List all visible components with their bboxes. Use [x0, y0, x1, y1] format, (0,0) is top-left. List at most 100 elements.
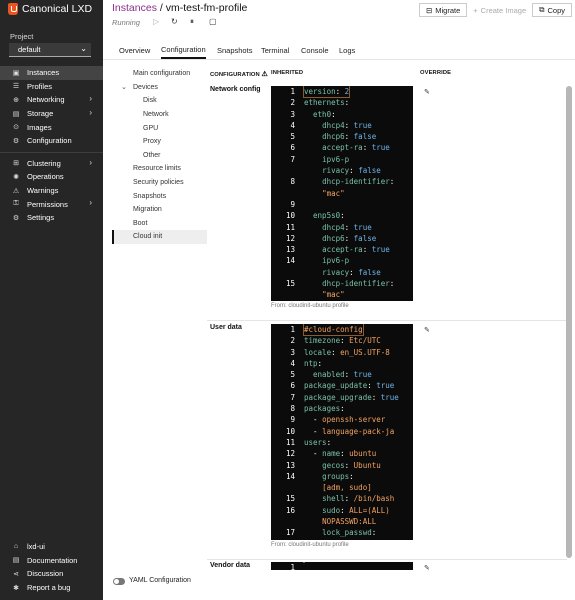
line-number: 4: [290, 358, 295, 368]
sidebar-item-profiles[interactable]: ☰ Profiles: [0, 80, 103, 94]
code-token: false: [353, 132, 377, 142]
sidebar-item-operations[interactable]: ✺ Operations: [0, 170, 103, 184]
code-token: accept-ra: [322, 245, 363, 255]
line-text: - name: ubuntu: [304, 448, 376, 459]
column-header-configuration: CONFIGURATION ⚠: [210, 70, 268, 78]
code-token: "mac": [322, 290, 345, 300]
tab-configuration[interactable]: Configuration: [161, 41, 206, 59]
subnav-item-disk[interactable]: Disk: [112, 94, 207, 108]
code-token: NOPASSWD:ALL: [322, 517, 377, 527]
migrate-button[interactable]: ⊟ Migrate: [418, 3, 468, 17]
config-row-label: Vendor data: [210, 562, 251, 569]
code-token: sudo: [322, 505, 341, 515]
lxd-logo-icon: [8, 3, 18, 15]
tab-console[interactable]: Console: [301, 41, 329, 59]
yaml-code-block[interactable]: 1 version: 2 2 ethernets: 3 eth0: 4 dhcp4: tr…: [271, 86, 413, 301]
code-token: ntp: [304, 358, 318, 368]
subnav-item-gpu[interactable]: GPU: [112, 121, 207, 135]
tab-snapshots[interactable]: Snapshots: [217, 41, 252, 59]
scrollbar[interactable]: [566, 86, 572, 558]
start-icon[interactable]: ▷: [153, 17, 159, 26]
copy-button[interactable]: ⧉ Copy: [532, 3, 572, 17]
pause-icon[interactable]: ⏸: [190, 17, 194, 27]
line-text: groups:: [304, 471, 354, 482]
sidebar-item-instances[interactable]: ▣ Instances: [0, 66, 103, 80]
subnav-item-resource-limits[interactable]: Resource limits: [112, 162, 207, 176]
breadcrumb-instances-link[interactable]: Instances: [112, 2, 157, 14]
tab-terminal[interactable]: Terminal: [261, 41, 289, 59]
code-line: 11 dhcp4: true: [271, 222, 413, 233]
project-select[interactable]: default ⌄: [9, 43, 91, 57]
code-token: dhcp-identifier: [322, 279, 390, 289]
sidebar-item-warnings[interactable]: ⚠ Warnings: [0, 184, 103, 198]
subnav-item-proxy[interactable]: Proxy: [112, 135, 207, 149]
yaml-config-toggle[interactable]: [113, 578, 125, 585]
subnav-item-migration[interactable]: Migration: [112, 203, 207, 217]
yaml-code-block[interactable]: 1 #cloud-config 2 timezone: Etc/UTC 3 locale:…: [271, 324, 413, 540]
subnav-item-main-configuration[interactable]: Main configuration: [112, 67, 207, 81]
sidebar-item-label: Storage: [27, 109, 54, 119]
sidebar-item-storage[interactable]: ▤ Storage ›: [0, 107, 103, 121]
brand[interactable]: Canonical LXD: [8, 2, 92, 16]
line-text: enp5s0:: [304, 210, 345, 221]
restart-icon[interactable]: ↻: [171, 17, 178, 26]
code-token: :: [344, 233, 354, 243]
subnav-item-boot[interactable]: Boot: [112, 217, 207, 231]
sidebar-item-documentation[interactable]: ▤ Documentation: [0, 554, 103, 568]
chevron-right-icon: ›: [89, 94, 92, 104]
tab-overview[interactable]: Overview: [119, 41, 150, 59]
code-line: "mac": [271, 289, 413, 300]
edit-icon[interactable]: ✎: [424, 88, 430, 96]
line-number: 10: [285, 426, 295, 436]
sidebar-item-report-a-bug[interactable]: ✱ Report a bug: [0, 581, 103, 595]
code-line: rivacy: false: [271, 267, 413, 278]
config-row-label: User data: [210, 324, 242, 331]
create-image-button[interactable]: + Create Image: [467, 3, 532, 17]
code-token: :: [340, 211, 345, 221]
code-token: ethernets: [304, 98, 345, 108]
subnav-item-other[interactable]: Other: [112, 149, 207, 163]
subnav-item-cloud-init[interactable]: Cloud init: [112, 230, 207, 244]
code-line: 3 locale: en_US.UTF-8: [271, 347, 413, 358]
code-line: 8 dhcp-identifier:: [271, 176, 413, 187]
code-token: :: [349, 166, 359, 176]
code-token: :: [344, 494, 354, 504]
app-name: Canonical LXD: [22, 3, 93, 15]
stop-icon[interactable]: ▢: [209, 17, 217, 26]
subnav-item-snapshots[interactable]: Snapshots: [112, 189, 207, 203]
code-token: -: [304, 449, 323, 459]
code-line: 2 timezone: Etc/UTC: [271, 335, 413, 346]
sidebar-item-permissions[interactable]: ⚿ Permissions ›: [0, 197, 103, 211]
code-token: ipv6-p: [322, 256, 350, 266]
plus-icon: +: [473, 5, 478, 15]
sidebar-item-settings[interactable]: ⚙ Settings: [0, 211, 103, 225]
subnav-item-security-policies[interactable]: Security policies: [112, 176, 207, 190]
line-text: shell: /bin/bash: [304, 493, 394, 504]
subnav-item-label: Devices: [133, 83, 158, 91]
yaml-code-block[interactable]: 1: [271, 562, 413, 570]
sidebar-item-images[interactable]: ⊙ Images: [0, 120, 103, 134]
sidebar-item-configuration[interactable]: ⚙ Configuration: [0, 134, 103, 148]
code-token: dhcp4: [322, 222, 345, 232]
subnav-item-network[interactable]: Network: [112, 108, 207, 122]
row-divider: [207, 559, 567, 560]
config-subnav: Main configuration ⌄ Devices Disk Network GPU…: [112, 67, 207, 244]
subnav-item-devices[interactable]: ⌄ Devices: [112, 81, 207, 95]
sidebar-item-discussion[interactable]: ⋖ Discussion: [0, 567, 103, 581]
sidebar-item-networking[interactable]: ⊕ Networking ›: [0, 93, 103, 107]
tab-logs[interactable]: Logs: [339, 41, 355, 59]
subnav-item-label: Network: [143, 111, 169, 119]
sidebar-item-lxd-ui[interactable]: ⌂ lxd-ui: [0, 540, 103, 554]
configuration-icon: ⚙: [12, 137, 20, 145]
code-token: Etc/UTC: [349, 336, 381, 346]
sidebar-item-clustering[interactable]: ⊞ Clustering ›: [0, 157, 103, 171]
edit-icon[interactable]: ✎: [424, 564, 430, 572]
code-line: 4 dhcp4: true: [271, 120, 413, 131]
edit-icon[interactable]: ✎: [424, 326, 430, 334]
line-number: 14: [285, 256, 295, 266]
code-token: :: [362, 143, 372, 153]
config-row-label: Network config: [210, 86, 261, 93]
code-token: false: [353, 233, 377, 243]
